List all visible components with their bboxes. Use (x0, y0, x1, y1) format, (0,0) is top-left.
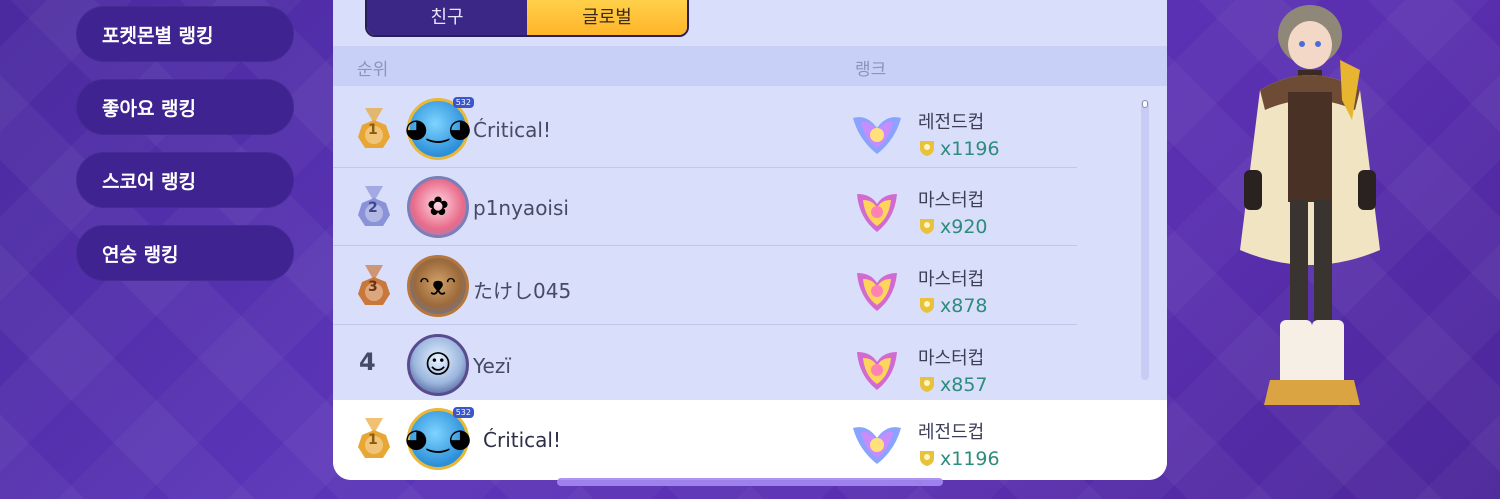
cup-label: 레전드컵 (918, 112, 985, 133)
tab-global[interactable]: 글로벌 (527, 0, 687, 35)
master-cup-icon (851, 188, 903, 234)
cup-count-icon (918, 139, 936, 157)
level-badge: 532 (452, 407, 474, 418)
legend-cup-icon (851, 110, 903, 156)
rank-number: 1 (368, 122, 378, 138)
tab-label: 글로벌 (582, 6, 632, 28)
pokemon-avatar-icon: ᵔᴥᵔ (419, 271, 457, 302)
tab-friends[interactable]: 친구 (367, 0, 527, 35)
cup-count: x857 (940, 374, 988, 396)
trainer-character-image (1240, 5, 1380, 405)
cup-label: 마스터컵 (918, 348, 985, 369)
cup-count-icon (918, 375, 936, 393)
master-cup-icon (851, 267, 903, 313)
list-scrollbar[interactable] (1141, 100, 1149, 380)
avatar[interactable]: ◕‿◕ 532 (404, 97, 474, 160)
sidebar-item-pokemon-ranking[interactable]: 포켓몬별 랭킹 (76, 6, 294, 62)
cup-count: x920 (940, 216, 988, 238)
table-row[interactable]: 4 ☺ Yezï 마스터컵 x857 (333, 326, 1077, 404)
avatar[interactable]: ◕‿◕ 532 (404, 407, 474, 470)
sidebar-item-label: 좋아요 랭킹 (102, 97, 197, 120)
rank-number: 3 (368, 279, 378, 295)
row-divider (333, 245, 1077, 246)
rank-number: 4 (359, 348, 376, 376)
table-header: 순위 랭크 (333, 46, 1167, 86)
my-ranking-row[interactable]: 1 ◕‿◕ 532 Ćritical! 레전드컵 x1196 (333, 400, 1167, 480)
player-name: Yezï (473, 354, 511, 378)
legend-cup-icon (851, 420, 903, 466)
cup-label: 마스터컵 (918, 269, 985, 290)
character-avatar-icon: ☺ (424, 350, 452, 380)
rank-number: 1 (368, 432, 378, 448)
master-cup-icon (851, 346, 903, 392)
rank-number: 2 (368, 200, 378, 216)
avatar[interactable]: ☺ (407, 334, 469, 396)
sidebar-item-label: 스코어 랭킹 (102, 170, 197, 193)
sidebar-item-likes-ranking[interactable]: 좋아요 랭킹 (76, 79, 294, 135)
table-row[interactable]: 2 ✿ p1nyaoisi 마스터컵 x920 (333, 168, 1077, 246)
sidebar-item-score-ranking[interactable]: 스코어 랭킹 (76, 152, 294, 208)
cup-label: 마스터컵 (918, 190, 985, 211)
cup-count-icon (918, 217, 936, 235)
row-divider (333, 324, 1077, 325)
cup-count-icon (918, 449, 936, 467)
avatar[interactable]: ᵔᴥᵔ (407, 255, 469, 317)
pokemon-avatar-icon: ✿ (427, 192, 449, 222)
scope-tabs: 친구 글로벌 (365, 0, 689, 37)
level-badge: 532 (452, 97, 474, 108)
pokemon-avatar-icon: ◕‿◕ (404, 424, 472, 454)
player-name: たけし045 (473, 279, 572, 303)
rank-column-header: 순위 (357, 60, 389, 80)
cup-count: x878 (940, 295, 988, 317)
cup-count-icon (918, 296, 936, 314)
cup-count: x1196 (940, 448, 1000, 470)
scrollbar-thumb[interactable] (1142, 100, 1148, 108)
sidebar-item-label: 연승 랭킹 (102, 243, 179, 266)
cup-count: x1196 (940, 138, 1000, 160)
table-row[interactable]: 1 ◕‿◕ 532 Ćritical! 레전드컵 x1196 (333, 90, 1077, 168)
avatar[interactable]: ✿ (407, 176, 469, 238)
tier-column-header: 랭크 (855, 60, 887, 80)
table-row[interactable]: 3 ᵔᴥᵔ たけし045 마스터컵 x878 (333, 247, 1077, 325)
cup-label: 레전드컵 (918, 422, 985, 443)
player-name: Ćritical! (473, 118, 551, 142)
home-indicator[interactable] (557, 478, 943, 486)
pokemon-avatar-icon: ◕‿◕ (404, 114, 472, 144)
player-name: Ćritical! (483, 428, 561, 452)
player-name: p1nyaoisi (473, 196, 569, 220)
sidebar-item-winstreak-ranking[interactable]: 연승 랭킹 (76, 225, 294, 281)
tab-label: 친구 (430, 6, 464, 28)
sidebar-item-label: 포켓몬별 랭킹 (102, 24, 214, 47)
